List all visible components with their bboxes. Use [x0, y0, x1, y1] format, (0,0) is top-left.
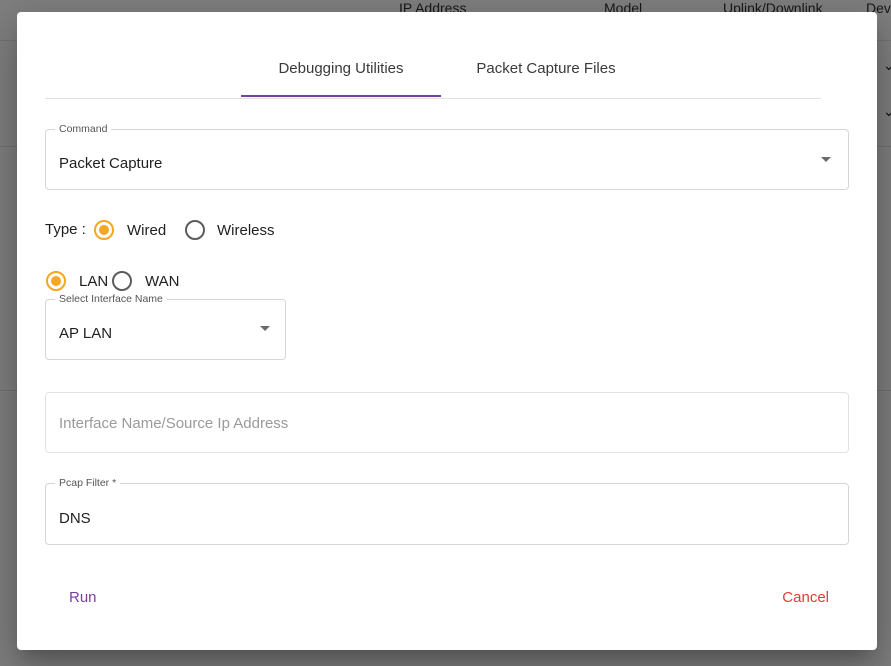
radio-wan-label[interactable]: WAN: [145, 273, 179, 290]
cancel-button[interactable]: Cancel: [782, 589, 829, 606]
dialog-tabs: Debugging Utilities Packet Capture Files: [45, 46, 821, 99]
run-button[interactable]: Run: [69, 589, 97, 606]
tab-debugging-utilities[interactable]: Debugging Utilities: [241, 46, 441, 96]
interface-name-label: Select Interface Name: [55, 293, 167, 305]
interface-name-select[interactable]: Select Interface Name AP LAN: [45, 293, 286, 360]
source-ip-input[interactable]: [59, 413, 829, 433]
radio-wireless[interactable]: [185, 220, 205, 240]
dropdown-arrow-icon: [260, 326, 270, 331]
command-label: Command: [55, 123, 112, 135]
pcap-filter-value: DNS: [59, 510, 91, 527]
radio-lan-label[interactable]: LAN: [79, 273, 108, 290]
radio-wan[interactable]: [112, 271, 132, 291]
pcap-filter-field[interactable]: Pcap Filter * DNS: [45, 477, 849, 545]
type-label: Type :: [45, 221, 86, 238]
tab-packet-capture-files[interactable]: Packet Capture Files: [441, 46, 651, 96]
command-select[interactable]: Command Packet Capture: [45, 123, 849, 190]
interface-name-value: AP LAN: [59, 325, 113, 342]
radio-wired[interactable]: [94, 220, 114, 240]
pcap-filter-label: Pcap Filter *: [55, 477, 121, 489]
radio-lan[interactable]: [46, 271, 66, 291]
active-tab-indicator: [241, 95, 441, 97]
radio-wired-label[interactable]: Wired: [127, 222, 166, 239]
radio-wireless-label[interactable]: Wireless: [217, 222, 275, 239]
command-value: Packet Capture: [59, 155, 163, 172]
source-ip-field[interactable]: [45, 392, 849, 453]
debug-dialog: Debugging Utilities Packet Capture Files…: [17, 12, 877, 650]
dropdown-arrow-icon: [821, 157, 831, 162]
